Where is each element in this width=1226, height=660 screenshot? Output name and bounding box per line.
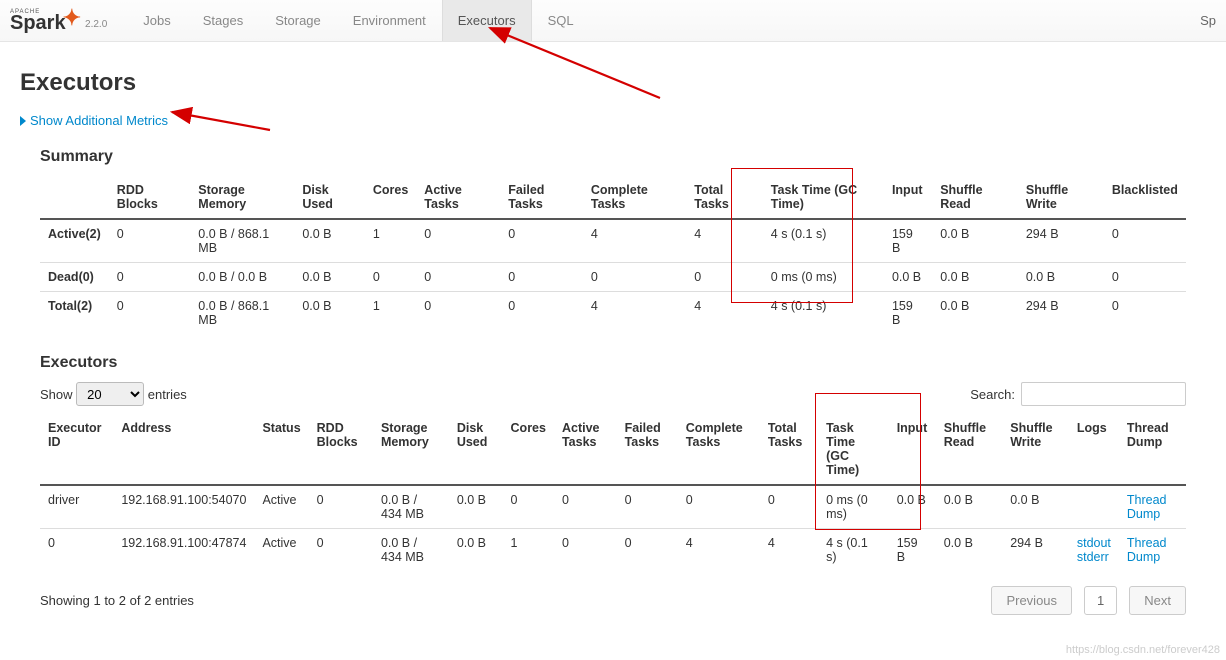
table-row: Active(2)00.0 B / 868.1 MB0.0 B100444 s …	[40, 219, 1186, 263]
table-row: Total(2)00.0 B / 868.1 MB0.0 B100444 s (…	[40, 292, 1186, 335]
log-link-stderr[interactable]: stderr	[1077, 550, 1109, 564]
nav-stages[interactable]: Stages	[187, 0, 259, 41]
next-button[interactable]: Next	[1129, 586, 1186, 615]
summary-table: RDD Blocks Storage Memory Disk Used Core…	[40, 176, 1186, 334]
table-row: 0192.168.91.100:47874Active00.0 B / 434 …	[40, 529, 1186, 572]
entries-select[interactable]: 10 20 50 100	[76, 382, 144, 406]
nav-jobs[interactable]: Jobs	[127, 0, 186, 41]
nav-sql[interactable]: SQL	[532, 0, 590, 41]
summary-heading: Summary	[40, 148, 1206, 166]
executors-heading: Executors	[40, 354, 1206, 372]
spark-star-icon: ✦	[63, 5, 81, 30]
thread-dump-link[interactable]: Thread Dump	[1127, 536, 1167, 564]
version-label: 2.2.0	[85, 19, 107, 30]
spark-logo[interactable]: APACHE Spark✦ 2.2.0	[10, 9, 107, 33]
log-link-stdout[interactable]: stdout	[1077, 536, 1111, 550]
topbar: APACHE Spark✦ 2.2.0 Jobs Stages Storage …	[0, 0, 1226, 42]
search-label: Search:	[970, 387, 1015, 402]
page-title: Executors	[20, 69, 1206, 97]
main-nav: Jobs Stages Storage Environment Executor…	[127, 0, 589, 41]
table-controls: Show 10 20 50 100 entries Search:	[40, 382, 1186, 406]
table-row: driver192.168.91.100:54070Active00.0 B /…	[40, 485, 1186, 529]
nav-environment[interactable]: Environment	[337, 0, 442, 41]
nav-executors[interactable]: Executors	[442, 0, 532, 41]
app-name-truncated: Sp	[1200, 13, 1216, 28]
entries-info: Showing 1 to 2 of 2 entries	[40, 593, 194, 608]
executors-table: Executor ID Address Status RDD Blocks St…	[40, 414, 1186, 571]
prev-button[interactable]: Previous	[991, 586, 1072, 615]
show-additional-metrics-toggle[interactable]: Show Additional Metrics	[20, 113, 1206, 128]
watermark: https://blog.csdn.net/forever428	[1066, 644, 1220, 656]
pager: Previous 1 Next	[991, 586, 1186, 615]
table-row: Dead(0)00.0 B / 0.0 B0.0 B000000 ms (0 m…	[40, 263, 1186, 292]
page-1-button[interactable]: 1	[1084, 586, 1117, 615]
triangle-right-icon	[20, 116, 26, 126]
content: Executors Show Additional Metrics Summar…	[0, 42, 1226, 660]
search-input[interactable]	[1021, 382, 1186, 406]
nav-storage[interactable]: Storage	[259, 0, 337, 41]
thread-dump-link[interactable]: Thread Dump	[1127, 493, 1167, 521]
table-footer: Showing 1 to 2 of 2 entries Previous 1 N…	[40, 586, 1186, 615]
